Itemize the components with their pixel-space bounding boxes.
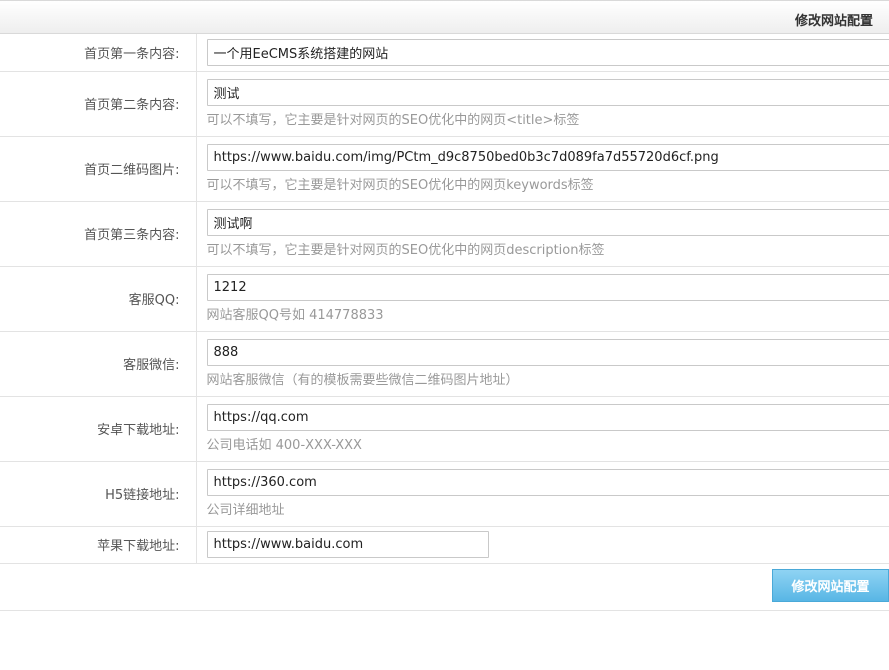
form-row-ios-download: 苹果下载地址: xyxy=(0,526,889,564)
h5-link-input[interactable] xyxy=(206,468,889,496)
form-row-qrcode-image: 首页二维码图片: 可以不填写，它主要是针对网页的SEO优化中的网页keyword… xyxy=(0,136,889,202)
form-row-h5-link: H5链接地址: 公司详细地址 xyxy=(0,461,889,527)
field-hint: 可以不填写，它主要是针对网页的SEO优化中的网页<title>标签 xyxy=(206,112,580,128)
field-hint: 可以不填写，它主要是针对网页的SEO优化中的网页keywords标签 xyxy=(206,177,594,193)
android-download-input[interactable] xyxy=(206,403,889,431)
form-row-android-download: 安卓下载地址: 公司电话如 400-XXX-XXX xyxy=(0,396,889,462)
field-label: 苹果下载地址: xyxy=(0,526,197,564)
homepage-second-input[interactable] xyxy=(206,78,889,106)
form-row-service-qq: 客服QQ: 网站客服QQ号如 414778833 xyxy=(0,266,889,332)
field-label: 客服QQ: xyxy=(0,266,197,332)
save-config-button[interactable]: 修改网站配置 xyxy=(772,568,889,602)
field-hint: 可以不填写，它主要是针对网页的SEO优化中的网页description标签 xyxy=(206,242,605,258)
field-hint: 网站客服QQ号如 414778833 xyxy=(206,307,384,323)
field-label: 安卓下载地址: xyxy=(0,396,197,462)
ios-download-input[interactable] xyxy=(206,531,489,558)
field-hint: 公司详细地址 xyxy=(206,502,285,518)
qrcode-image-input[interactable] xyxy=(206,143,889,171)
field-hint: 网站客服微信（有的模板需要些微信二维码图片地址） xyxy=(206,372,519,388)
service-qq-input[interactable] xyxy=(206,273,889,301)
panel-title: 修改网站配置 xyxy=(794,14,873,29)
field-label: 首页第二条内容: xyxy=(0,71,197,137)
field-label: 首页二维码图片: xyxy=(0,136,197,202)
field-label: 首页第三条内容: xyxy=(0,201,197,267)
config-panel: 修改网站配置 首页第一条内容: 首页第二条内容: 可以不填写，它主要是针对网页的… xyxy=(0,0,889,611)
form-row-homepage-second: 首页第二条内容: 可以不填写，它主要是针对网页的SEO优化中的网页<title>… xyxy=(0,71,889,137)
field-hint: 公司电话如 400-XXX-XXX xyxy=(206,437,362,453)
homepage-third-input[interactable] xyxy=(206,208,889,236)
panel-header: 修改网站配置 xyxy=(0,0,889,34)
field-label: 客服微信: xyxy=(0,331,197,397)
config-form: 首页第一条内容: 首页第二条内容: 可以不填写，它主要是针对网页的SEO优化中的… xyxy=(0,34,889,564)
field-label: H5链接地址: xyxy=(0,461,197,527)
form-row-homepage-first: 首页第一条内容: xyxy=(0,34,889,72)
form-row-homepage-third: 首页第三条内容: 可以不填写，它主要是针对网页的SEO优化中的网页descrip… xyxy=(0,201,889,267)
form-footer: 修改网站配置 xyxy=(0,564,889,611)
form-row-service-wechat: 客服微信: 网站客服微信（有的模板需要些微信二维码图片地址） xyxy=(0,331,889,397)
field-label: 首页第一条内容: xyxy=(0,34,197,72)
homepage-first-input[interactable] xyxy=(206,38,889,66)
service-wechat-input[interactable] xyxy=(206,338,889,366)
